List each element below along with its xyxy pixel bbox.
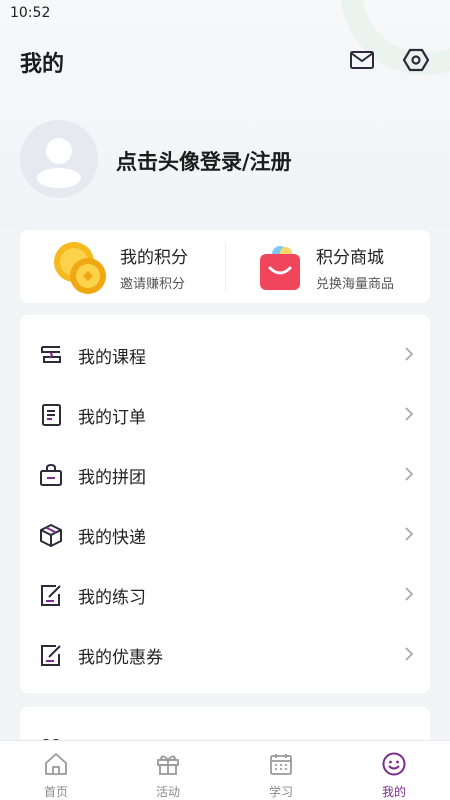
tab-study[interactable]: 学习 (225, 741, 337, 800)
status-time: 10:52 (10, 5, 51, 21)
menu-item-label: 我的课程 (78, 348, 146, 368)
tab-label: 活动 (155, 785, 180, 799)
chevron-right-icon (405, 467, 414, 481)
points-mall-subtitle: 兑换海量商品 (316, 277, 395, 292)
menu-item-group-buy[interactable]: 我的拼团 (20, 445, 430, 505)
menu-item-label: 我的拼团 (78, 468, 146, 488)
shopping-bag-icon (260, 246, 300, 290)
course-icon (41, 346, 61, 363)
settings-hex-icon[interactable] (402, 46, 430, 74)
order-icon (42, 404, 61, 426)
calendar-icon (270, 754, 292, 775)
menu-item-label: 我的练习 (78, 588, 146, 608)
my-points-subtitle: 邀请赚积分 (120, 277, 186, 292)
profile-login-area[interactable]: 点击头像登录/注册 (20, 120, 430, 200)
menu-item-orders[interactable]: 我的订单 (20, 385, 430, 445)
menu-item-label: 我的订单 (78, 408, 146, 428)
points-card: 我的积分 邀请赚积分 积分商城 兑换海量商品 (20, 230, 430, 303)
home-icon (45, 753, 67, 775)
menu-item-label: 我的快递 (78, 528, 146, 548)
package-icon (40, 524, 62, 547)
points-mall-title: 积分商城 (316, 248, 384, 268)
tab-label: 我的 (381, 785, 406, 799)
points-divider (225, 242, 226, 292)
coupon-icon (41, 645, 61, 666)
practice-icon (41, 585, 61, 606)
tab-label: 学习 (268, 785, 293, 799)
my-points-entry[interactable]: 我的积分 邀请赚积分 (20, 230, 220, 303)
menu-item-coupons[interactable]: 我的优惠券 (20, 625, 430, 685)
gift-icon (157, 755, 179, 775)
tab-label: 首页 (43, 785, 68, 799)
menu-item-courses[interactable]: 我的课程 (20, 325, 430, 385)
bottom-tab-bar: 首页 活动 学习 我的 (0, 740, 450, 800)
chevron-right-icon (405, 407, 414, 421)
header: 我的 (0, 38, 450, 82)
menu-card: 我的课程 我的订单 我的拼团 我的快递 我的练习 我的优惠券 (20, 315, 430, 693)
chevron-right-icon (405, 527, 414, 541)
tab-activity[interactable]: 活动 (112, 741, 224, 800)
chevron-right-icon (405, 587, 414, 601)
coins-icon (54, 242, 106, 294)
group-buy-icon (40, 463, 62, 486)
tab-mine[interactable]: 我的 (338, 741, 450, 800)
menu-item-practice[interactable]: 我的练习 (20, 565, 430, 625)
chevron-right-icon (405, 647, 414, 661)
login-register-text[interactable]: 点击头像登录/注册 (116, 146, 292, 176)
smile-icon (382, 752, 406, 776)
status-bar: 10:52 (0, 0, 450, 26)
mail-icon[interactable] (348, 46, 376, 74)
tab-home[interactable]: 首页 (0, 741, 112, 800)
avatar-placeholder-icon[interactable] (20, 120, 98, 198)
points-mall-entry[interactable]: 积分商城 兑换海量商品 (230, 230, 430, 303)
my-points-title: 我的积分 (120, 248, 188, 268)
chevron-right-icon (405, 347, 414, 361)
page-title: 我的 (20, 52, 65, 77)
menu-item-express[interactable]: 我的快递 (20, 505, 430, 565)
menu-item-label: 我的优惠券 (78, 648, 163, 668)
